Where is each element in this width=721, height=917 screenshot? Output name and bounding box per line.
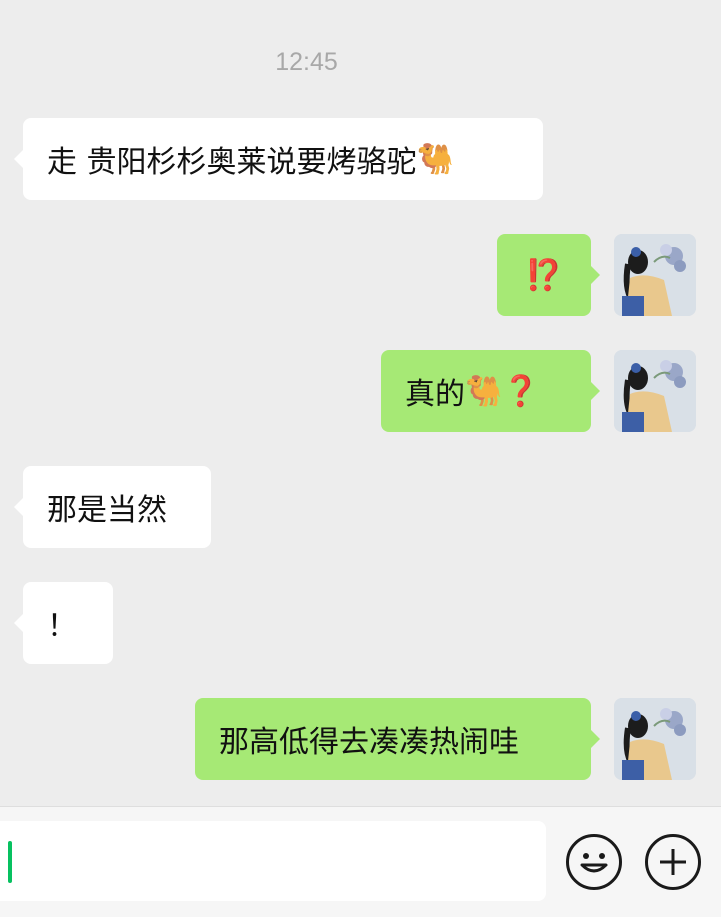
camel-emoji-icon: 🐫: [416, 141, 454, 177]
avatar-image: [614, 698, 696, 780]
message-text: 那是当然: [47, 493, 167, 528]
emoji-button[interactable]: [566, 834, 622, 890]
message-text: 走 贵阳杉杉奥莱说要烤骆驼: [47, 145, 417, 180]
plus-circle-icon: [660, 849, 686, 875]
message-input[interactable]: [0, 821, 546, 901]
more-button[interactable]: [645, 834, 701, 890]
avatar[interactable]: [614, 350, 696, 432]
message-input-bar: [0, 806, 721, 917]
message-bubble-incoming[interactable]: 那是当然: [14, 466, 211, 548]
exclamation-question-icon: ⁉️: [525, 257, 563, 293]
message-bubble-outgoing[interactable]: ⁉️: [497, 234, 600, 316]
avatar[interactable]: [614, 698, 696, 780]
message-bubble-incoming[interactable]: 走 贵阳杉杉奥莱说要烤骆驼 🐫: [14, 118, 543, 200]
smiley-face-icon: [580, 853, 608, 873]
avatar[interactable]: [614, 234, 696, 316]
avatar-image: [614, 234, 696, 316]
message-bubble-incoming[interactable]: ！: [14, 582, 113, 664]
question-mark-icon: ❓: [502, 373, 540, 409]
message-timestamp: 12:45: [275, 48, 338, 76]
camel-emoji-icon: 🐫: [465, 373, 503, 409]
text-caret: [8, 841, 12, 883]
chat-area: 12:45 走 贵阳杉杉奥莱说要烤骆驼 🐫 ⁉️ 真的 🐫 ❓ 那是当然 ！ 那…: [0, 0, 721, 806]
avatar-image: [614, 350, 696, 432]
message-bubble-outgoing[interactable]: 那高低得去凑凑热闹哇: [195, 698, 600, 780]
message-text: 真的: [405, 377, 465, 412]
message-text: 那高低得去凑凑热闹哇: [219, 725, 519, 760]
message-text: ！: [47, 609, 77, 644]
message-bubble-outgoing[interactable]: 真的 🐫 ❓: [381, 350, 600, 432]
